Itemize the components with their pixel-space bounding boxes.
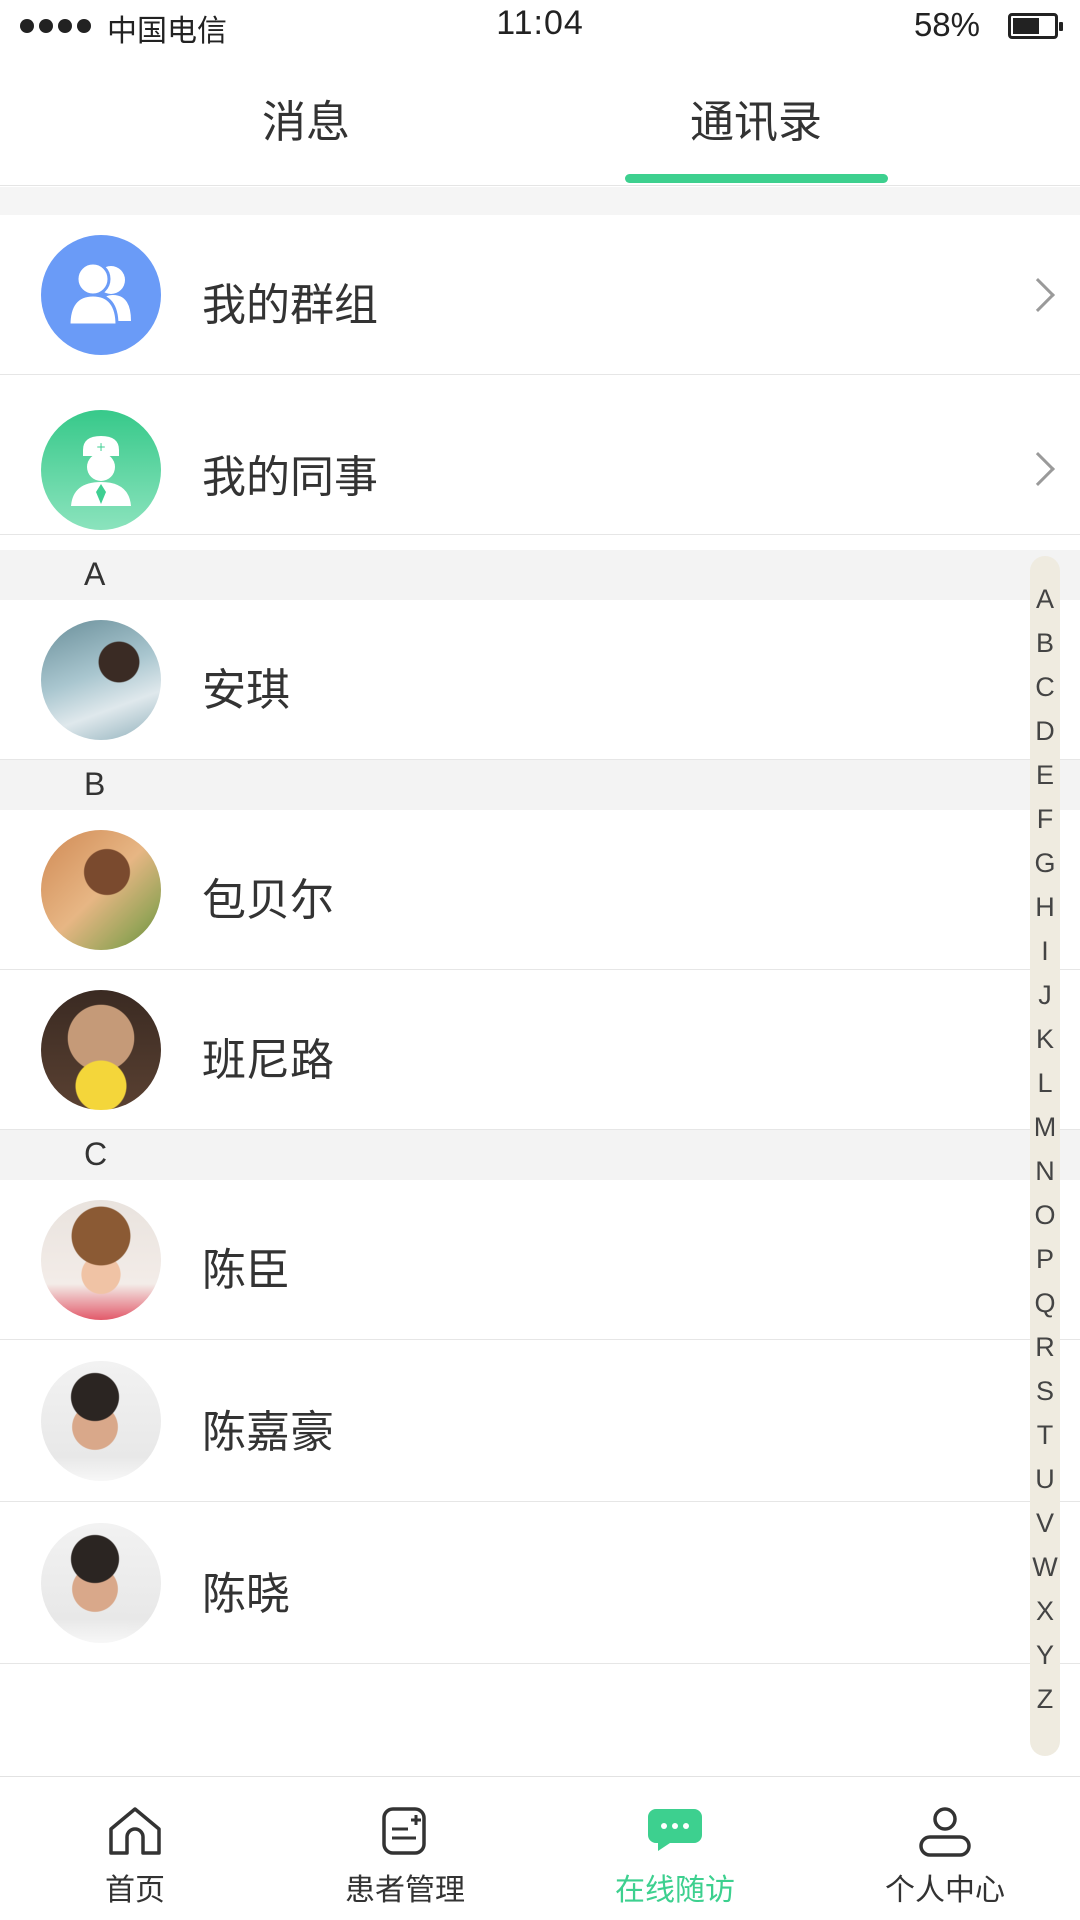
alphabet-index-letter[interactable]: Y [1030, 1640, 1060, 1671]
contact-row[interactable]: 安琪 [0, 600, 1080, 760]
status-bar: 中国电信 11:04 58% [0, 0, 1080, 56]
alphabet-index-letter[interactable]: Z [1030, 1684, 1060, 1715]
alphabet-index-letter[interactable]: W [1030, 1552, 1060, 1583]
nav-label: 在线随访 [615, 1873, 735, 1908]
battery-percent: 58% [913, 6, 980, 43]
avatar [41, 1361, 161, 1481]
avatar [41, 830, 161, 950]
alphabet-index-letter[interactable]: U [1030, 1464, 1060, 1495]
alphabet-index-letter[interactable]: A [1030, 584, 1060, 615]
nav-patient-management[interactable]: 患者管理 [270, 1777, 540, 1920]
alphabet-index-letter[interactable]: I [1030, 936, 1060, 967]
section-letter: A [84, 556, 106, 592]
nav-online-followup[interactable]: 在线随访 [540, 1777, 810, 1920]
avatar [41, 1200, 161, 1320]
alphabet-index-letter[interactable]: S [1030, 1376, 1060, 1407]
spacer [0, 187, 1080, 215]
alphabet-index-letter[interactable]: L [1030, 1068, 1060, 1099]
chevron-right-icon [1021, 452, 1055, 486]
person-icon [919, 1807, 971, 1857]
alphabet-index-letter[interactable]: D [1030, 716, 1060, 747]
tab-contacts[interactable]: 通讯录 [690, 86, 822, 150]
alphabet-index-letter[interactable]: N [1030, 1156, 1060, 1187]
chevron-right-icon [1021, 278, 1055, 312]
alphabet-index-letter[interactable]: Q [1030, 1288, 1060, 1319]
nav-label: 首页 [105, 1873, 165, 1908]
group-icon [41, 235, 161, 355]
section-header-c: C [0, 1130, 1080, 1180]
alphabet-index-letter[interactable]: G [1030, 848, 1060, 879]
contact-row[interactable]: 陈嘉豪 [0, 1340, 1080, 1502]
tab-messages[interactable]: 消息 [262, 86, 350, 150]
nav-label: 患者管理 [345, 1873, 465, 1908]
section-header-a: A [0, 550, 1080, 600]
my-groups-label: 我的群组 [202, 280, 378, 331]
alphabet-index[interactable]: ABCDEFGHIJKLMNOPQRSTUVWXYZ [1030, 556, 1060, 1756]
contact-name: 陈臣 [202, 1245, 290, 1296]
my-groups-row[interactable]: 我的群组 [0, 215, 1080, 375]
contact-row[interactable]: 陈臣 [0, 1180, 1080, 1340]
alphabet-index-letter[interactable]: R [1030, 1332, 1060, 1363]
section-letter: B [84, 766, 106, 802]
svg-text:+: + [96, 440, 106, 454]
active-tab-indicator [625, 174, 888, 183]
home-icon [109, 1807, 161, 1855]
contact-name: 包贝尔 [202, 875, 334, 926]
alphabet-index-letter[interactable]: H [1030, 892, 1060, 923]
contact-name: 安琪 [202, 665, 290, 716]
avatar [41, 990, 161, 1110]
contact-name: 陈晓 [202, 1569, 290, 1620]
nav-label: 个人中心 [885, 1873, 1005, 1908]
alphabet-index-letter[interactable]: E [1030, 760, 1060, 791]
alphabet-index-letter[interactable]: X [1030, 1596, 1060, 1627]
bottom-nav: 首页 患者管理 在线随访 个人中心 [0, 1776, 1080, 1920]
battery-fill [1013, 18, 1039, 34]
alphabet-index-letter[interactable]: O [1030, 1200, 1060, 1231]
patient-list-icon [382, 1807, 426, 1855]
alphabet-index-letter[interactable]: M [1030, 1112, 1060, 1143]
nav-personal-center[interactable]: 个人中心 [810, 1777, 1080, 1920]
alphabet-index-letter[interactable]: K [1030, 1024, 1060, 1055]
alphabet-index-letter[interactable]: F [1030, 804, 1060, 835]
contact-row[interactable]: 包贝尔 [0, 810, 1080, 970]
alphabet-index-letter[interactable]: J [1030, 980, 1060, 1011]
doctor-icon: + [41, 410, 161, 530]
contact-row[interactable]: 班尼路 [0, 970, 1080, 1130]
section-letter: C [84, 1136, 108, 1172]
alphabet-index-letter[interactable]: B [1030, 628, 1060, 659]
contact-row[interactable]: 陈晓 [0, 1502, 1080, 1664]
contact-name: 陈嘉豪 [202, 1407, 334, 1458]
contact-name: 班尼路 [202, 1035, 334, 1086]
avatar [41, 1523, 161, 1643]
alphabet-index-letter[interactable]: C [1030, 672, 1060, 703]
avatar [41, 620, 161, 740]
alphabet-index-letter[interactable]: T [1030, 1420, 1060, 1451]
chat-bubble-icon [648, 1809, 702, 1851]
section-header-b: B [0, 760, 1080, 810]
alphabet-index-letter[interactable]: V [1030, 1508, 1060, 1539]
my-colleagues-row[interactable]: + 我的同事 [0, 375, 1080, 535]
my-colleagues-label: 我的同事 [202, 452, 378, 503]
battery-icon [1008, 13, 1063, 39]
nav-home[interactable]: 首页 [0, 1777, 270, 1920]
alphabet-index-letter[interactable]: P [1030, 1244, 1060, 1275]
top-tab-bar: 消息 通讯录 [0, 56, 1080, 186]
